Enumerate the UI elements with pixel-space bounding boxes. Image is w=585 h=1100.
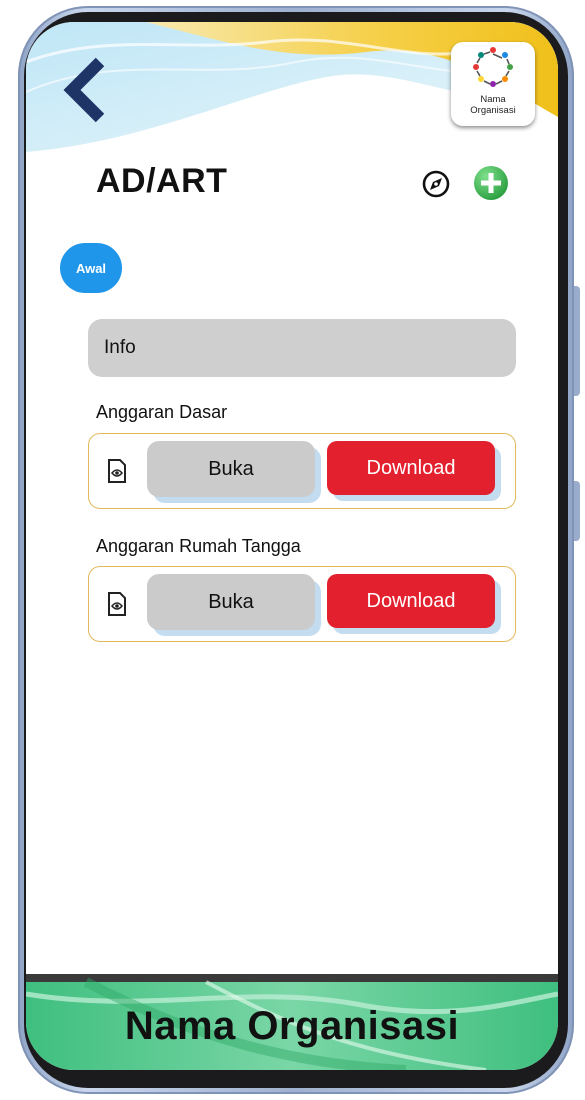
app-screen: Nama Organisasi AD/ART Awal Info Anggara… (26, 22, 558, 1070)
edit-button[interactable] (421, 169, 451, 199)
info-label: Info (104, 337, 136, 358)
volume-button (574, 286, 580, 396)
document-eye-icon (108, 459, 126, 483)
anggaran-dasar-card: Buka Download (88, 433, 516, 509)
power-button (574, 481, 580, 541)
download-button[interactable]: Download (327, 441, 495, 495)
anggaran-rumah-tangga-card: Buka Download (88, 566, 516, 642)
add-button[interactable] (472, 164, 510, 202)
footer-title: Nama Organisasi (124, 1004, 460, 1048)
back-button[interactable] (62, 56, 112, 126)
anggaran-dasar-label: Anggaran Dasar (96, 402, 228, 422)
footer-banner: Nama Organisasi (26, 974, 558, 1070)
buka-button[interactable]: Buka (147, 441, 315, 497)
download-button[interactable]: Download (327, 574, 495, 628)
compass-edit-icon (422, 170, 450, 198)
plus-circle-icon (474, 166, 508, 200)
logo-caption-line1: Nama (480, 94, 506, 105)
info-bar[interactable]: Info (88, 319, 516, 377)
chevron-left-icon (63, 57, 105, 123)
awal-chip[interactable]: Awal (60, 243, 122, 293)
page-title: AD/ART (96, 162, 228, 200)
buka-button[interactable]: Buka (147, 574, 315, 630)
logo-caption-line2: Organisasi (470, 105, 516, 116)
organization-logo[interactable]: Nama Organisasi (451, 42, 535, 126)
logo-caption: Nama Organisasi (451, 94, 535, 116)
people-circle-icon (473, 47, 513, 87)
anggaran-rumah-tangga-label: Anggaran Rumah Tangga (96, 536, 301, 556)
document-eye-icon (108, 592, 126, 616)
